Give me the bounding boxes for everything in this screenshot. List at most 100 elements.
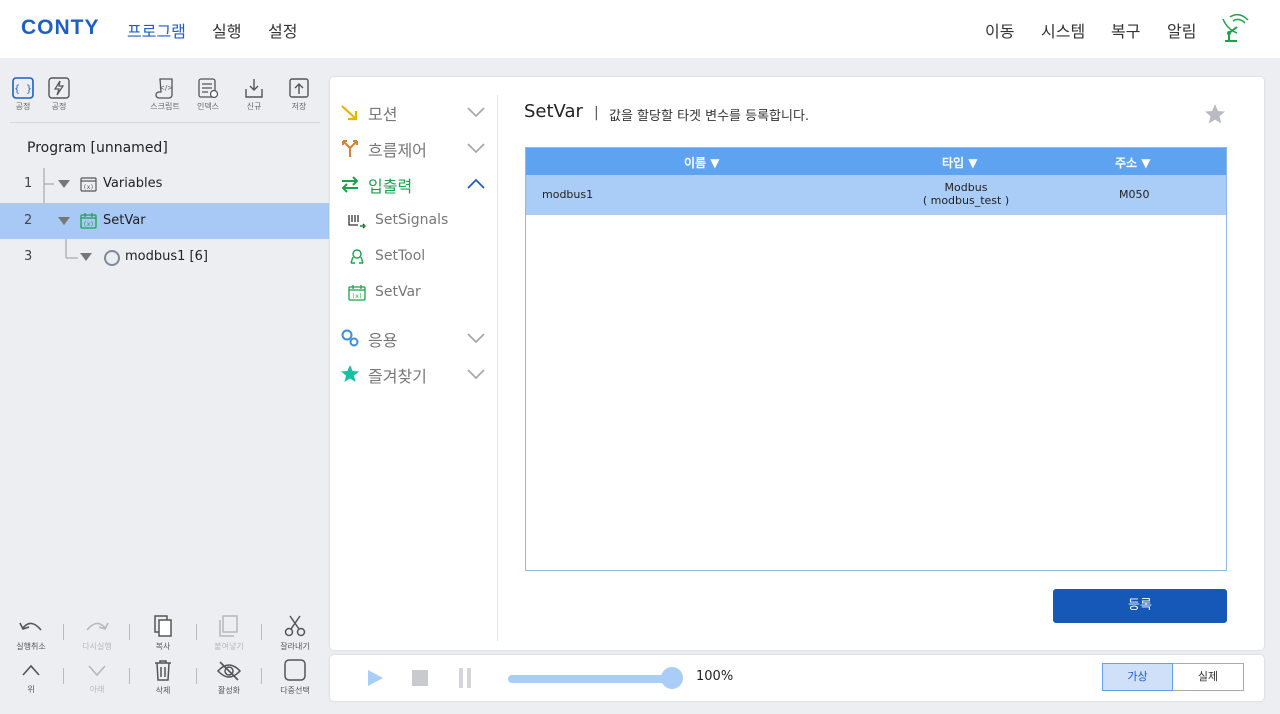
expand-triangle-icon[interactable] [80, 253, 92, 261]
category-label: 응용 [368, 331, 398, 350]
stop-icon[interactable] [411, 669, 429, 687]
cell-address: M050 [1119, 188, 1150, 201]
playback-bar: 100% 가상 실제 [330, 655, 1264, 701]
chevron-down-icon [467, 369, 485, 380]
nav-move[interactable]: 이동 [985, 18, 1014, 42]
table-row[interactable]: modbus1 Modbus ( modbus_test ) M050 [526, 175, 1226, 215]
tool-gripper-icon [350, 249, 364, 264]
cut-button[interactable]: 잘라내기 [273, 614, 317, 652]
tool-separator [63, 668, 64, 684]
delete-button[interactable]: 삭제 [141, 658, 185, 696]
tool-separator [261, 668, 262, 684]
copy-label: 복사 [155, 642, 171, 651]
lightning-icon [48, 77, 70, 99]
command-label: SetSignals [375, 212, 449, 228]
tree-row-selected[interactable]: 2 (x) SetVar [0, 203, 329, 239]
tree-row-number: 1 [24, 176, 33, 191]
svg-text:(x): (x) [352, 293, 363, 300]
save-button[interactable]: 저장 [281, 77, 317, 117]
index-list-icon [198, 78, 219, 99]
program-title: Program [unnamed] [27, 140, 168, 156]
undo-button[interactable]: 실행취소 [9, 616, 53, 652]
speed-slider-handle[interactable] [661, 667, 683, 689]
redo-icon [86, 622, 109, 631]
tree-row[interactable]: 1 (x) Variables [0, 166, 329, 202]
redo-button[interactable]: 다시실행 [75, 616, 119, 652]
chevron-up-icon [467, 178, 485, 189]
variables-icon: (x) [80, 177, 97, 192]
chevron-up-icon [22, 664, 40, 676]
expand-triangle-icon[interactable] [58, 217, 70, 225]
category-label: 즐겨찾기 [368, 367, 427, 386]
copy-icon [154, 615, 172, 637]
scissors-icon [284, 615, 306, 637]
tree-row-label: Variables [103, 176, 163, 191]
register-button[interactable]: 등록 [1053, 589, 1227, 623]
category-application[interactable]: 응용 [338, 324, 488, 352]
tree-row-label: SetVar [103, 213, 146, 228]
svg-text:{ }: { } [14, 84, 32, 95]
move-down-button[interactable]: 아래 [75, 661, 119, 695]
setvar-icon: (x) [80, 213, 97, 229]
delete-label: 삭제 [155, 686, 171, 695]
pause-icon[interactable] [457, 667, 473, 689]
braces-icon: { } [12, 77, 34, 99]
favorite-star-icon[interactable] [1203, 102, 1227, 126]
svg-text:(x): (x) [83, 184, 94, 191]
column-header-address[interactable]: 주소 ▼ [1115, 154, 1151, 171]
command-settool[interactable]: SetTool [348, 245, 488, 269]
move-down-label: 아래 [89, 685, 105, 694]
new-button[interactable]: 신규 [236, 77, 272, 117]
mode-button-2[interactable]: 공정 [41, 77, 77, 117]
speed-value: 100% [696, 669, 734, 684]
nav-alarm[interactable]: 알림 [1167, 18, 1196, 42]
tree-row-number: 2 [24, 213, 33, 228]
move-up-button[interactable]: 위 [9, 661, 53, 695]
activate-button[interactable]: 활성화 [207, 660, 251, 696]
move-up-label: 위 [27, 685, 35, 694]
tree-row[interactable]: 3 modbus1 [6] [0, 239, 329, 275]
category-motion[interactable]: 모션 [338, 98, 488, 126]
index-button[interactable]: 인덱스 [190, 77, 226, 117]
category-flow-control[interactable]: 흐름제어 [338, 134, 488, 162]
svg-text:</>: </> [159, 84, 173, 92]
command-setvar[interactable]: (x) SetVar [348, 281, 488, 305]
command-setsignals[interactable]: SetSignals [348, 209, 488, 233]
nav-system[interactable]: 시스템 [1041, 18, 1085, 42]
tool-separator [63, 624, 64, 640]
column-divider [497, 95, 498, 641]
column-header-type[interactable]: 타입 ▼ [942, 154, 978, 171]
chevron-down-icon [88, 665, 106, 677]
nav-run[interactable]: 실행 [212, 18, 241, 42]
new-label: 신규 [246, 102, 262, 111]
robot-signal-icon[interactable] [1219, 11, 1253, 45]
nav-settings[interactable]: 설정 [268, 18, 297, 42]
script-button[interactable]: </> 스크립트 [147, 77, 183, 117]
speed-slider[interactable] [508, 675, 672, 683]
save-label: 저장 [291, 102, 307, 111]
command-label: SetVar [375, 284, 421, 300]
expand-triangle-icon[interactable] [58, 180, 70, 188]
trash-icon [155, 660, 171, 681]
command-label: SetTool [375, 248, 426, 264]
nav-program[interactable]: 프로그램 [127, 18, 186, 42]
mode-button-1[interactable]: { } 공정 [5, 77, 41, 117]
nav-recovery[interactable]: 복구 [1111, 18, 1140, 42]
flow-branch-icon [342, 140, 358, 157]
tree-row-label: modbus1 [6] [125, 249, 208, 264]
real-mode-button[interactable]: 실제 [1173, 663, 1244, 691]
play-icon[interactable] [365, 668, 385, 688]
undo-icon [19, 622, 42, 631]
column-header-name[interactable]: 이름 ▼ [684, 154, 720, 171]
category-favorites[interactable]: 즐겨찾기 [338, 360, 488, 388]
cell-type: Modbus [944, 181, 988, 194]
multi-select-button[interactable]: 다중선택 [273, 658, 317, 696]
tree-row-number: 3 [24, 249, 33, 264]
paste-button[interactable]: 붙여넣기 [207, 614, 251, 652]
virtual-mode-button[interactable]: 가상 [1102, 663, 1173, 691]
mode-label-1: 공정 [15, 102, 31, 111]
category-io[interactable]: 입출력 [338, 170, 488, 198]
top-bar: CONTY 프로그램 실행 설정 이동 시스템 복구 알림 [0, 0, 1280, 58]
tool-separator [196, 624, 197, 640]
copy-button[interactable]: 복사 [141, 614, 185, 652]
